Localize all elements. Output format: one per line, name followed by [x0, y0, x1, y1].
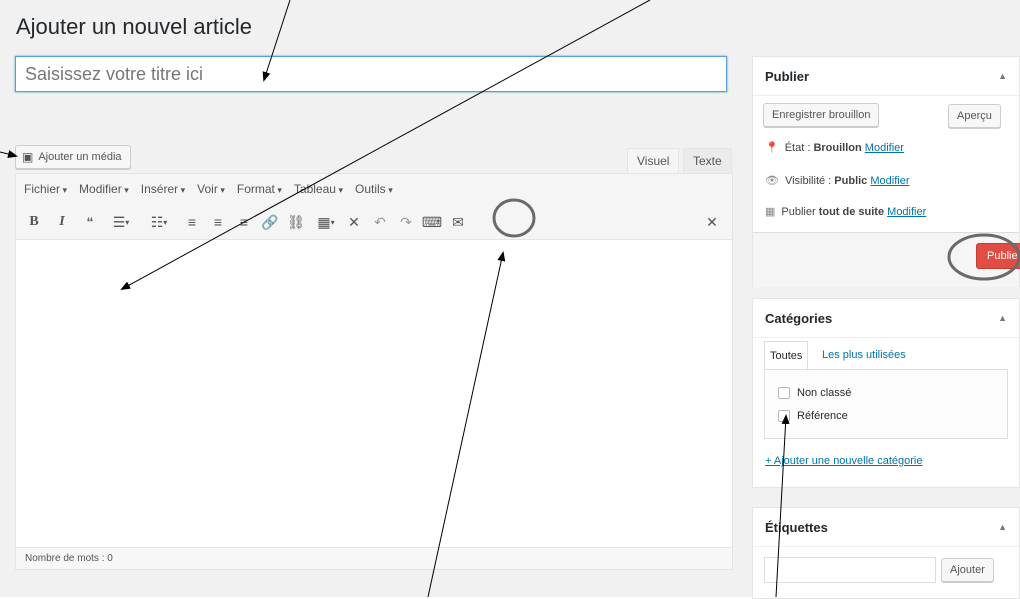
- tab-text[interactable]: Texte: [683, 148, 732, 173]
- tab-visual[interactable]: Visuel: [627, 148, 680, 173]
- categories-box-header[interactable]: Catégories ▲: [753, 299, 1019, 338]
- tab-all-categories[interactable]: Toutes: [764, 341, 809, 370]
- keyboard-icon[interactable]: ⌨: [422, 212, 442, 232]
- publish-box-title: Publier: [765, 68, 810, 84]
- status-row: 📍 État : Brouillon Modifier: [765, 141, 904, 155]
- blockquote-icon[interactable]: “: [80, 212, 100, 232]
- schedule-label: Publier: [781, 205, 819, 218]
- categories-box-title: Catégories: [765, 310, 833, 326]
- tags-box: Étiquettes ▲: [752, 507, 1020, 599]
- distraction-free-icon[interactable]: ✕: [702, 212, 722, 232]
- editor-toolbar: B I “ ☰ ▾ ☷ ▾ ≡ ≡ ≡ 🔗 ⛓ ▦ ▾ ✕ ↶ ↷ ⌨ ✉ ✕: [16, 204, 732, 240]
- add-media-label: Ajouter un média: [38, 151, 122, 163]
- publish-button[interactable]: Publier: [976, 243, 1020, 269]
- add-category-link[interactable]: + Ajouter une nouvelle catégorie: [765, 455, 922, 467]
- mail-icon[interactable]: ✉: [448, 212, 468, 232]
- media-icon: ▣: [22, 150, 34, 164]
- unlink-icon[interactable]: ⛓: [286, 212, 306, 232]
- menu-tools[interactable]: Outils: [355, 182, 393, 196]
- status-label: État :: [784, 141, 814, 154]
- fullscreen-icon[interactable]: ✕: [344, 212, 364, 232]
- category-checkbox[interactable]: [778, 387, 790, 399]
- undo-icon[interactable]: ↶: [370, 212, 390, 232]
- menu-format[interactable]: Format: [237, 182, 282, 196]
- schedule-row: ▦ Publier tout de suite Modifier: [765, 205, 926, 219]
- post-title-input[interactable]: [15, 56, 727, 92]
- category-tabs: Toutes Les plus utilisées Non classé Réf…: [764, 341, 1008, 441]
- category-label: Non classé: [797, 387, 852, 399]
- preview-button[interactable]: Aperçu: [948, 104, 1001, 128]
- collapse-arrow-icon[interactable]: ▲: [998, 71, 1007, 81]
- category-label: Référence: [797, 410, 848, 422]
- bullet-list-icon[interactable]: ☰ ▾: [106, 212, 136, 232]
- menu-table[interactable]: Tableau: [294, 182, 343, 196]
- edit-visibility-link[interactable]: Modifier: [870, 175, 909, 187]
- collapse-arrow-icon[interactable]: ▲: [998, 313, 1007, 323]
- tab-popular-categories[interactable]: Les plus utilisées: [822, 341, 906, 369]
- visibility-label: Visibilité :: [784, 174, 835, 187]
- publish-box-header[interactable]: Publier ▲: [753, 57, 1019, 96]
- align-left-icon[interactable]: ≡: [182, 212, 202, 232]
- category-checkbox[interactable]: [778, 410, 790, 422]
- numbered-list-icon[interactable]: ☷ ▾: [144, 212, 174, 232]
- edit-schedule-link[interactable]: Modifier: [887, 206, 926, 218]
- eye-icon: 👁: [765, 175, 779, 187]
- add-media-button[interactable]: ▣ Ajouter un média: [15, 145, 131, 169]
- save-draft-button[interactable]: Enregistrer brouillon: [763, 103, 880, 127]
- status-value: Brouillon: [813, 141, 862, 154]
- align-center-icon[interactable]: ≡: [208, 212, 228, 232]
- word-count: Nombre de mots : 0: [16, 547, 732, 569]
- screenshot-canvas: Ajouter un nouvel article ▣ Ajouter un m…: [0, 0, 1020, 599]
- tags-box-header[interactable]: Étiquettes ▲: [753, 508, 1019, 547]
- menu-file[interactable]: Fichier: [24, 182, 67, 196]
- category-list: [764, 369, 1008, 439]
- bold-icon[interactable]: B: [24, 212, 44, 232]
- align-right-icon[interactable]: ≡: [234, 212, 254, 232]
- menu-insert[interactable]: Insérer: [141, 182, 185, 196]
- category-item: Non classé: [778, 387, 851, 399]
- editor-menubar: Fichier Modifier Insérer Voir Format Tab…: [16, 174, 732, 204]
- calendar-icon: ▦: [765, 206, 776, 218]
- table-icon[interactable]: ▦ ▾: [312, 212, 340, 232]
- edit-status-link[interactable]: Modifier: [865, 142, 904, 154]
- add-tag-button[interactable]: Ajouter: [941, 558, 994, 582]
- visibility-row: 👁 Visibilité : Public Modifier: [765, 174, 910, 188]
- redo-icon[interactable]: ↷: [396, 212, 416, 232]
- tags-box-title: Étiquettes: [765, 519, 828, 535]
- category-item: Référence: [778, 410, 848, 422]
- page-title: Ajouter un nouvel article: [16, 14, 253, 39]
- visibility-value: Public: [834, 174, 868, 187]
- schedule-value: tout de suite: [818, 205, 885, 218]
- link-icon[interactable]: 🔗: [260, 212, 280, 232]
- tag-input[interactable]: [764, 557, 936, 583]
- italic-icon[interactable]: I: [52, 212, 72, 232]
- collapse-arrow-icon[interactable]: ▲: [998, 522, 1007, 532]
- pin-icon: 📍: [765, 142, 779, 154]
- menu-view[interactable]: Voir: [197, 182, 225, 196]
- annotation-arrow-media: [0, 150, 18, 158]
- menu-edit[interactable]: Modifier: [79, 182, 129, 196]
